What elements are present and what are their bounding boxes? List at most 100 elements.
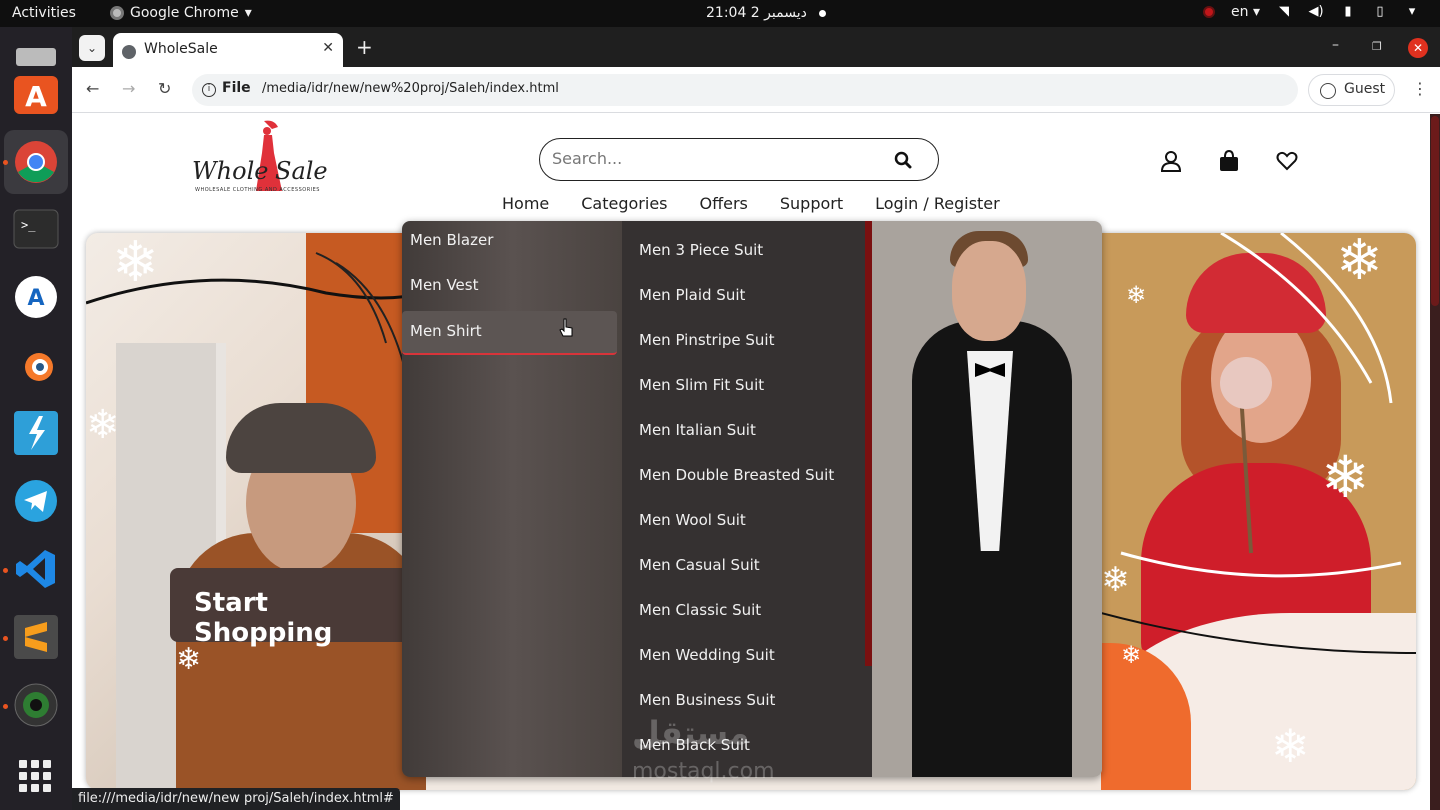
system-tray[interactable]: en ▾ ◥ ◀) ▮ ▯ ▾	[1203, 4, 1420, 20]
category-item-men-vest[interactable]: Men Vest	[410, 276, 478, 294]
tab-title: WholeSale	[144, 41, 218, 57]
running-indicator	[3, 160, 8, 165]
start-shopping-button[interactable]: Start Shopping	[170, 568, 410, 648]
nav-offers[interactable]: Offers	[700, 194, 748, 213]
site-info-icon[interactable]: i	[202, 83, 216, 97]
profile-button[interactable]: Guest	[1308, 74, 1395, 106]
terminal-icon[interactable]: >_	[10, 203, 62, 255]
category-preview-image	[872, 221, 1102, 777]
chrome-small-icon	[110, 6, 124, 20]
sublime-text-icon[interactable]	[10, 611, 62, 663]
new-tab-button[interactable]: +	[356, 35, 373, 59]
user-icon[interactable]	[1160, 150, 1182, 172]
system-top-bar: Activities Google Chrome ▾ 21:04 2 ديسمب…	[0, 0, 1440, 27]
banner-image-right: ❄ ❄ ❄ ❄ ❄ ❄	[1101, 233, 1416, 790]
nav-support[interactable]: Support	[780, 194, 843, 213]
subcategory-item[interactable]: Men Wool Suit	[639, 511, 746, 529]
nav-login-register[interactable]: Login / Register	[875, 194, 1000, 213]
subcategory-item[interactable]: Men Pinstripe Suit	[639, 331, 774, 349]
restore-icon[interactable]: ❐	[1372, 40, 1382, 53]
close-tab-icon[interactable]: ✕	[322, 40, 334, 56]
category-list: Men Blazer Men Vest Men Shirt	[402, 221, 622, 777]
svg-text:>_: >_	[21, 218, 36, 232]
subcategory-item[interactable]: Men Wedding Suit	[639, 646, 775, 664]
more-menu-icon[interactable]: ⋮	[1412, 79, 1428, 98]
volume-icon: ◀)	[1308, 4, 1324, 19]
page-scrollbar-thumb[interactable]	[1431, 116, 1439, 306]
blender-icon[interactable]	[10, 339, 62, 391]
watermark-url: mostaql.com	[632, 759, 775, 784]
person-icon	[1320, 83, 1336, 99]
language-indicator[interactable]: en ▾	[1231, 4, 1260, 20]
vscode-icon[interactable]	[10, 543, 62, 595]
running-indicator	[3, 636, 8, 641]
globe-icon	[122, 45, 136, 59]
forward-icon[interactable]: →	[122, 79, 135, 98]
subcategory-list: Men 3 Piece Suit Men Plaid Suit Men Pins…	[622, 221, 872, 777]
category-item-men-shirt[interactable]: Men Shirt	[402, 311, 617, 355]
main-nav: Home Categories Offers Support Login / R…	[502, 194, 1000, 213]
dock: A >_ A	[0, 27, 72, 810]
category-item-men-blazer[interactable]: Men Blazer	[410, 231, 493, 249]
site-logo[interactable]: Whole Sale WHOLESALE CLOTHING AND ACCESS…	[190, 119, 330, 193]
categories-dropdown: Men Blazer Men Vest Men Shirt Men 3 Piec…	[402, 221, 1102, 777]
recording-icon[interactable]	[1203, 6, 1216, 18]
svg-text:A: A	[27, 286, 44, 311]
minimize-icon[interactable]: –	[1332, 37, 1339, 53]
address-bar[interactable]: i File /media/idr/new/new%20proj/Saleh/i…	[192, 74, 1298, 106]
heart-icon[interactable]	[1276, 150, 1298, 172]
camera-app-icon[interactable]	[10, 679, 62, 731]
subcategory-item[interactable]: Men Italian Suit	[639, 421, 756, 439]
url-text[interactable]: /media/idr/new/new%20proj/Saleh/index.ht…	[262, 81, 559, 96]
search-input[interactable]	[552, 149, 872, 168]
snowflake-icon: ❄	[86, 402, 120, 448]
reload-icon[interactable]: ↻	[158, 79, 171, 98]
tab-wholesale[interactable]: WholeSale ✕	[113, 33, 343, 67]
browser-window: ⌄ WholeSale ✕ + – ❐ ✕ ← → ↻ i File /medi…	[72, 27, 1440, 810]
chrome-icon[interactable]	[4, 130, 68, 194]
software-store-icon[interactable]: A	[10, 67, 62, 119]
subcategory-scrollbar[interactable]	[865, 221, 872, 666]
app-center-icon[interactable]: A	[10, 271, 62, 323]
banner-image-left: ❄ ❄ ❄ ❄	[86, 233, 426, 790]
clock-label: 21:04 2 ديسمبر	[706, 5, 807, 21]
link-status-bar: file:///media/idr/new/new proj/Saleh/ind…	[72, 788, 400, 810]
subcategory-item[interactable]: Men Double Breasted Suit	[639, 466, 834, 484]
clock[interactable]: 21:04 2 ديسمبر	[706, 5, 826, 21]
toolbar: ← → ↻ i File /media/idr/new/new%20proj/S…	[72, 67, 1440, 113]
nav-home[interactable]: Home	[502, 194, 549, 213]
running-indicator	[3, 568, 8, 573]
tab-strip: ⌄ WholeSale ✕ + – ❐ ✕	[72, 27, 1440, 67]
microphone-icon: ▮	[1344, 4, 1352, 19]
close-window-icon[interactable]: ✕	[1408, 38, 1428, 58]
subcategory-item[interactable]: Men Slim Fit Suit	[639, 376, 764, 394]
activities-button[interactable]: Activities	[12, 5, 76, 21]
page-scrollbar[interactable]	[1430, 114, 1440, 810]
search-icon[interactable]	[894, 151, 912, 169]
category-item-label: Men Shirt	[410, 322, 482, 340]
logo-word-2: Sale	[275, 157, 328, 185]
app-menu[interactable]: Google Chrome ▾	[110, 5, 252, 21]
url-scheme: File	[222, 80, 251, 96]
telegram-icon[interactable]	[10, 475, 62, 527]
notification-dot-icon	[818, 9, 826, 17]
subcategory-item[interactable]: Men Business Suit	[639, 691, 775, 709]
show-applications-icon[interactable]	[19, 760, 51, 792]
snowflake-icon: ❄	[1321, 443, 1370, 511]
tab-search-button[interactable]: ⌄	[79, 35, 105, 61]
start-shopping-label: Start Shopping	[194, 588, 333, 648]
subcategory-item[interactable]: Men 3 Piece Suit	[639, 241, 763, 259]
shopping-bag-icon[interactable]	[1218, 150, 1240, 172]
lightning-app-icon[interactable]	[10, 407, 62, 459]
logo-word-1: Whole	[192, 157, 269, 185]
search-box	[539, 138, 939, 181]
subcategory-item[interactable]: Men Plaid Suit	[639, 286, 745, 304]
nav-categories[interactable]: Categories	[581, 194, 667, 213]
svg-text:A: A	[25, 80, 47, 113]
running-indicator	[3, 704, 8, 709]
web-page: Whole Sale WHOLESALE CLOTHING AND ACCESS…	[72, 114, 1440, 810]
snowflake-icon: ❄	[1126, 281, 1147, 309]
back-icon[interactable]: ←	[86, 79, 99, 98]
subcategory-item[interactable]: Men Classic Suit	[639, 601, 761, 619]
subcategory-item[interactable]: Men Casual Suit	[639, 556, 760, 574]
